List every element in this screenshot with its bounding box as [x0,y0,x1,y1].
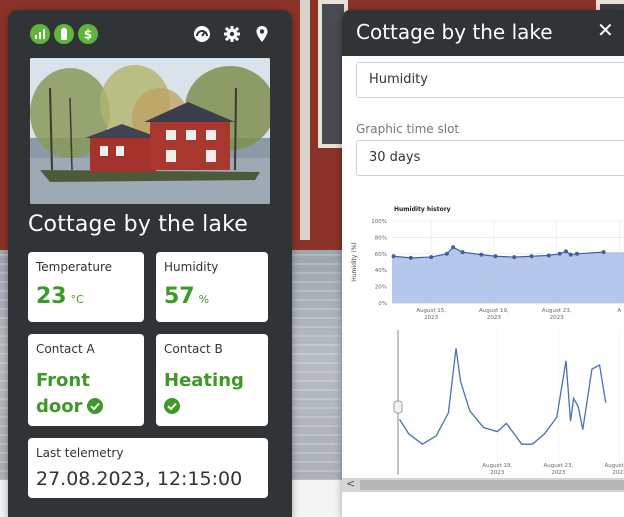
house-trim [300,0,310,240]
series-area [392,247,624,303]
data-point [460,250,465,255]
panel-header: Cottage by the lake ✕ [342,10,624,56]
contact-a-value: Front door [36,370,90,417]
signal-icon[interactable] [30,24,50,44]
navigator-x-year: 2023 [612,470,624,476]
check-circle-icon [86,398,103,414]
data-point [568,252,573,257]
panel-title: Cottage by the lake [356,20,553,44]
data-point [444,251,449,256]
humidity-value-row: 57% [164,284,209,309]
navigator-x-year: 2023 [551,470,565,476]
card-actions [192,24,272,44]
y-tick-label: 100% [371,219,387,225]
telemetry-tile[interactable]: Last telemetry 27.08.2023, 12:15:00 [28,438,268,498]
y-tick-label: 60% [375,252,387,258]
humidity-chart[interactable]: Humidity history Humidity (%) 0% 20% 40% 60% 8… [342,190,624,490]
metric-select[interactable]: Humidity [356,62,624,98]
x-tick-year: 2023 [487,315,501,321]
x-tick-label: A [617,308,621,314]
y-tick-label: 40% [375,268,387,274]
data-point [574,251,579,256]
data-point [408,255,413,260]
data-point [601,250,606,255]
data-point [529,254,534,259]
contact-a-label: Contact A [36,342,95,356]
data-point [557,251,562,256]
contact-a-tile[interactable]: Contact A Front door [28,334,144,426]
timeslot-label: Graphic time slot [356,122,460,136]
temperature-unit: °C [70,293,84,306]
gear-icon[interactable] [222,24,242,44]
navigator-x-year: 2023 [490,470,504,476]
data-point [451,245,456,250]
location-pin-icon[interactable] [252,24,272,44]
device-card[interactable]: $ Cottage by the lake Temperature 23 °C … [8,10,292,517]
navigator-bg [398,330,624,475]
y-axis-label: Humidity (%) [351,242,358,282]
contact-b-value-row: Heating [164,368,260,420]
humidity-chart-svg: Humidity history Humidity (%) 0% 20% 40% 60% 8… [351,206,624,476]
chart-scrollbar[interactable]: < [342,477,624,492]
timeslot-select[interactable]: 30 days [356,140,624,176]
timeslot-select-value: 30 days [369,150,421,165]
telemetry-value: 27.08.2023, 12:15:00 [36,468,243,490]
data-point [391,254,396,259]
svg-text:$: $ [84,28,92,42]
navigator-handle [393,400,403,414]
temperature-value: 23 [36,284,67,309]
humidity-label: Humidity [164,260,219,274]
humidity-value: 57 [164,284,195,309]
contact-b-tile[interactable]: Contact B Heating [156,334,268,426]
data-point [479,252,484,257]
data-point [429,255,434,260]
y-tick-label: 20% [375,285,387,291]
humidity-unit: % [198,293,210,306]
humidity-tile[interactable]: Humidity 57% [156,252,268,322]
x-tick-label: August 19, [479,308,509,314]
temperature-value-row: 23 °C [36,284,84,309]
scrollbar-thumb[interactable] [360,480,624,490]
status-icons: $ [30,24,98,44]
metric-select-value: Humidity [369,72,428,87]
x-tick-year: 2023 [550,315,564,321]
navigator-x-label: August 19, [482,463,512,469]
scroll-left-icon[interactable]: < [346,477,355,490]
dashboard-icon[interactable] [192,24,212,44]
close-icon[interactable]: ✕ [597,18,614,42]
history-panel[interactable]: Cottage by the lake ✕ Humidity Graphic t… [342,10,624,517]
cottage-photo [30,58,270,204]
telemetry-label: Last telemetry [36,446,124,460]
contact-a-value-row: Front door [36,368,132,420]
y-tick-label: 0% [378,301,387,307]
data-point [493,254,498,259]
x-tick-year: 2023 [424,315,438,321]
dollar-icon[interactable]: $ [78,24,98,44]
chart-title: Humidity history [394,206,451,213]
x-tick-label: August 15, [416,308,446,314]
data-point [546,253,551,258]
navigator-x-label: August 23, [543,463,573,469]
temperature-tile[interactable]: Temperature 23 °C [28,252,144,322]
device-title: Cottage by the lake [28,212,249,237]
contact-b-value: Heating [164,370,244,391]
contact-b-label: Contact B [164,342,223,356]
x-tick-label: August 23, [542,308,572,314]
data-point [564,249,568,254]
check-circle-icon [164,398,180,414]
battery-icon[interactable] [54,24,74,44]
temperature-label: Temperature [36,260,113,274]
navigator-x-label: August 27, [605,463,624,469]
y-tick-label: 80% [375,235,387,241]
data-point [512,255,517,260]
